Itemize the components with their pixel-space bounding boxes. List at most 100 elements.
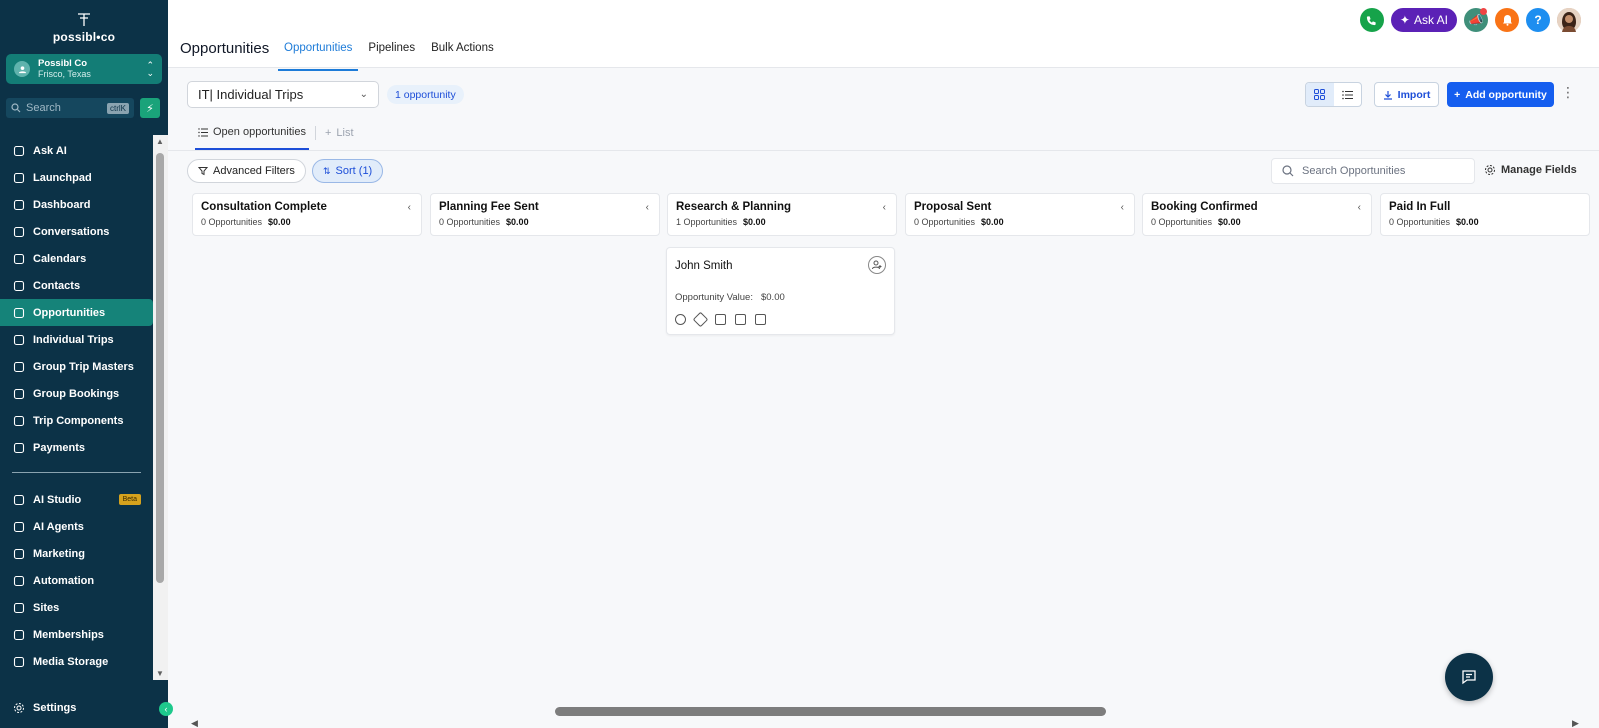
sidebar-search-placeholder: Search [26,102,61,114]
list-view-button[interactable] [1334,83,1362,106]
logo[interactable]: possibl•co [0,12,168,44]
search-icon [11,103,21,113]
sidebar-item-sites[interactable]: Sites [0,594,153,621]
media-icon [12,655,26,669]
bell-icon [1502,15,1512,26]
scrollbar-thumb[interactable] [156,153,164,583]
sidebar-item-group-trip-masters[interactable]: Group Trip Masters [0,353,153,380]
notes-icon[interactable] [715,314,726,325]
scroll-down-icon[interactable]: ▼ [156,669,164,678]
sidebar-item-label: Conversations [33,225,110,238]
sidebar-item-marketing[interactable]: Marketing [0,540,153,567]
scroll-right-icon[interactable]: ▶ [1572,718,1579,728]
opportunities-icon [12,306,26,320]
sidebar-item-label: Sites [33,601,60,614]
pipeline-select[interactable]: IT| Individual Trips ⌄ [187,81,379,108]
collapse-sidebar-button[interactable]: ‹ [159,702,173,716]
collapse-stage-icon[interactable]: ‹ [1358,202,1361,213]
scroll-up-icon[interactable]: ▲ [156,137,164,146]
sidebar-item-label: Opportunities [33,306,106,319]
sidebar-item-label: Settings [33,701,77,714]
sidebar-item-trip-components[interactable]: Trip Components [0,407,153,434]
assign-user-icon[interactable] [868,256,886,274]
subtab-open-opportunities[interactable]: Open opportunities [195,126,309,150]
sidebar-item-dashboard[interactable]: Dashboard [0,191,153,218]
beta-badge: Beta [118,494,141,505]
sidebar-item-calendars[interactable]: Calendars [0,245,153,272]
board-horizontal-scrollbar[interactable] [555,707,1106,716]
sidebar-item-conversations[interactable]: Conversations [0,218,153,245]
page-title: Opportunities [180,40,270,57]
location-avatar-icon [14,61,30,77]
search-icon [1282,165,1294,177]
manage-fields-label: Manage Fields [1501,164,1577,176]
sidebar-search[interactable]: Search ctrlK [6,98,134,118]
collapse-stage-icon[interactable]: ‹ [408,202,411,213]
sidebar-scrollbar[interactable]: ▲ ▼ [153,135,168,680]
sidebar-item-memberships[interactable]: Memberships [0,621,153,648]
chat-icon [1462,670,1476,685]
task-icon[interactable] [735,314,746,325]
sidebar-nav-secondary: AI Studio Beta AI Agents Marketing Automatio… [0,486,153,675]
collapse-stage-icon[interactable]: ‹ [883,202,886,213]
sidebar-item-automation[interactable]: Automation [0,567,153,594]
sort-button[interactable]: ⇅ Sort (1) [312,159,384,183]
quick-action-button[interactable]: ⚡ [140,98,160,118]
grid-icon [1314,89,1326,100]
notifications-button[interactable] [1495,8,1519,32]
gear-icon [12,701,26,715]
user-avatar[interactable] [1557,8,1581,32]
tab-bulk-actions[interactable]: Bulk Actions [425,42,500,71]
sidebar-item-ask-ai[interactable]: Ask AI [0,137,153,164]
tag-icon[interactable] [692,311,709,328]
stage-count: 0 Opportunities [201,217,263,227]
sidebar-item-ai-agents[interactable]: AI Agents [0,513,153,540]
import-label: Import [1397,88,1431,101]
sidebar-item-individual-trips[interactable]: Individual Trips [0,326,153,353]
location-switcher[interactable]: Possibl Co Frisco, Texas ⌃ ⌄ [6,54,162,84]
ask-ai-button[interactable]: ✦ Ask AI [1390,8,1457,32]
opportunity-card[interactable]: John Smith Opportunity Value: $0.00 [666,247,895,335]
conversation-icon[interactable] [675,314,686,325]
grid-view-button[interactable] [1306,83,1334,106]
sidebar-item-ai-studio[interactable]: AI Studio Beta [0,486,153,513]
sidebar-item-settings[interactable]: Settings [0,694,153,721]
sidebar-item-contacts[interactable]: Contacts [0,272,153,299]
filter-icon [198,167,208,176]
sidebar-item-opportunities[interactable]: Opportunities [0,299,153,326]
announcements-button[interactable]: 📣 [1464,8,1488,32]
tab-pipelines[interactable]: Pipelines [362,42,421,71]
help-button[interactable]: ? [1526,8,1550,32]
search-opportunities-input[interactable]: Search Opportunities [1271,158,1475,184]
plane-icon [12,333,26,347]
add-opportunity-button[interactable]: + Add opportunity [1447,82,1554,107]
stage-summary: 0 Opportunities $0.00 [1151,217,1363,227]
manage-fields-button[interactable]: Manage Fields [1484,164,1577,176]
header-actions: ✦ Ask AI 📣 ? [1359,8,1581,32]
megaphone-icon: 📣 [1468,13,1484,27]
subtab-add-list[interactable]: + List [322,127,357,149]
phone-button[interactable] [1359,8,1384,32]
stage-value: $0.00 [1456,217,1479,227]
plus-icon: + [324,127,332,139]
download-icon [1383,90,1392,100]
sites-icon [12,601,26,615]
sidebar-item-launchpad[interactable]: Launchpad [0,164,153,191]
chat-widget-button[interactable] [1445,653,1493,701]
scroll-left-icon[interactable]: ◀ [191,718,198,728]
tab-opportunities[interactable]: Opportunities [278,42,359,71]
sidebar-item-media-storage[interactable]: Media Storage [0,648,153,675]
advanced-filters-button[interactable]: Advanced Filters [187,159,306,183]
collapse-stage-icon[interactable]: ‹ [646,202,649,213]
collapse-stage-icon[interactable]: ‹ [1121,202,1124,213]
stage-value: $0.00 [268,217,291,227]
sidebar-item-group-bookings[interactable]: Group Bookings [0,380,153,407]
group-icon [12,360,26,374]
more-options-icon[interactable]: ⋮ [1561,84,1575,101]
import-button[interactable]: Import [1374,82,1439,107]
subtab-divider [314,126,316,140]
sidebar-item-label: Individual Trips [33,333,114,346]
sidebar-item-payments[interactable]: Payments [0,434,153,461]
appointment-icon[interactable] [755,314,766,325]
board-subtabs: Open opportunities + List [195,126,357,150]
